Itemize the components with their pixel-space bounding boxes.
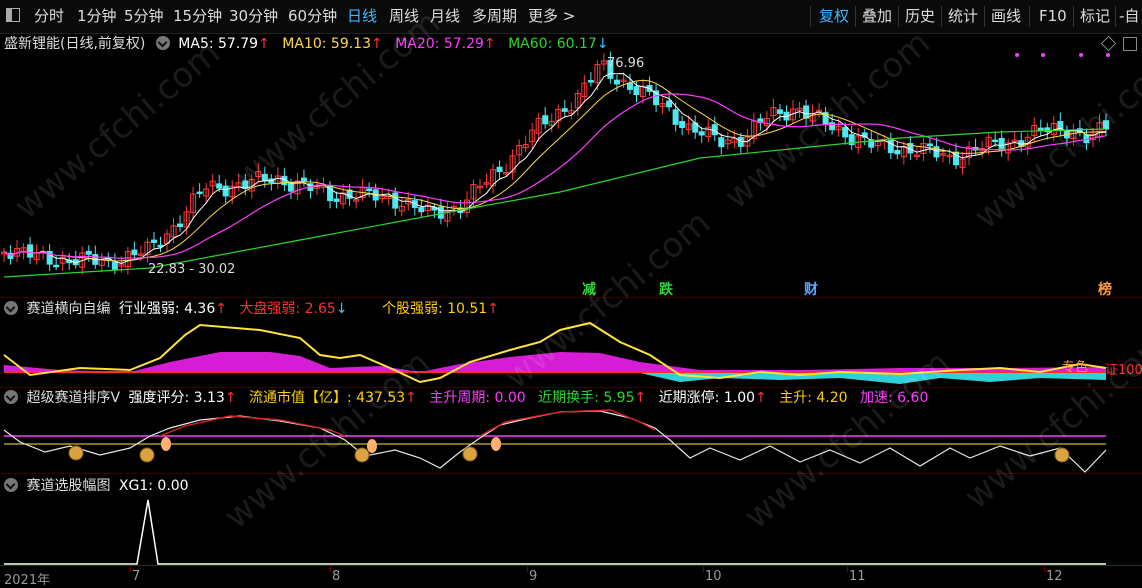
money-bag-icon xyxy=(354,447,370,463)
panel4-title: 赛道选股幅图 xyxy=(26,478,111,494)
candle-body xyxy=(177,223,184,228)
candle-body xyxy=(633,86,640,96)
candle-body xyxy=(196,191,203,195)
money-bag-icon xyxy=(462,446,478,462)
ma10-label: MA10: 59.13 xyxy=(282,36,371,52)
candle-body xyxy=(216,183,223,189)
candle-body xyxy=(222,185,229,197)
arrow-up-icon: ↑ xyxy=(634,390,647,406)
money-bag-icon xyxy=(139,447,155,463)
marker-dot xyxy=(1079,53,1083,57)
candle-body xyxy=(131,249,138,256)
candle-body xyxy=(85,250,92,255)
market-strength-label: 大盘强弱: 2.65 xyxy=(239,301,336,317)
high-price-label: 76.96 xyxy=(607,56,645,71)
candle-body xyxy=(53,264,60,268)
candle-body xyxy=(418,207,425,213)
time-axis: 2021年 7 8 9 10 11 12 xyxy=(0,565,1142,588)
xg1-line xyxy=(4,499,1106,565)
arrow-up-icon: ↑ xyxy=(483,36,496,52)
pointer-hand-icon xyxy=(491,437,501,451)
axis-label-dec: 12 xyxy=(1046,569,1063,584)
pointer-hand-icon xyxy=(161,437,171,451)
candle-body xyxy=(392,192,399,209)
candle-body xyxy=(437,206,444,219)
candle-body xyxy=(542,115,549,125)
candle-body xyxy=(666,100,673,108)
main-panel-header: 盛新锂能(日线,前复权) MA5: 57.79↑ MA10: 59.13↑ MA… xyxy=(4,35,609,53)
low-price-label: 22.83 - 30.02 xyxy=(148,262,236,277)
candle-body xyxy=(718,137,725,148)
candle-body xyxy=(894,149,901,155)
candle-body xyxy=(300,177,307,182)
candle-body xyxy=(776,109,783,114)
arrow-up-icon: ↑ xyxy=(224,390,237,406)
candle-body xyxy=(111,261,118,270)
stock-strength-label: 个股强弱: 10.51 xyxy=(381,301,488,317)
candle-body xyxy=(150,239,157,243)
candle-body xyxy=(679,121,686,129)
main-rise-period-label: 主升周期: 0.00 xyxy=(429,390,526,406)
recent-limit-up-label: 近期涨停: 1.00 xyxy=(658,390,756,406)
panel4-header: 赛道选股幅图 XG1: 0.00 xyxy=(4,477,189,495)
ma60-label: MA60: 60.17 xyxy=(508,36,597,52)
panel-divider xyxy=(0,387,1142,388)
candle-body xyxy=(926,143,933,147)
stock-title: 盛新锂能(日线,前复权) xyxy=(4,36,146,52)
candle-body xyxy=(672,109,679,125)
panel3-title: 超级赛道排序V xyxy=(26,390,121,406)
panel2-title: 赛道横向自编 xyxy=(26,301,111,317)
panel3-header: 超级赛道排序V 强度评分: 3.13↑ 流通市值【亿】: 437.53↑ 主升周… xyxy=(4,389,928,407)
expand-icon[interactable] xyxy=(1123,37,1137,51)
tag-special-color: 专色 xyxy=(1062,360,1089,375)
candle-body xyxy=(333,198,340,202)
axis-label-year: 2021年 xyxy=(4,573,51,588)
candle-body xyxy=(626,82,633,90)
arrow-up-icon: ↑ xyxy=(215,301,227,317)
arrow-down-icon: ↓ xyxy=(596,36,609,52)
strength-score-label: 强度评分: 3.13 xyxy=(128,390,225,406)
industry-strength-label: 行业强弱: 4.36 xyxy=(118,301,216,317)
arrow-down-icon: ↓ xyxy=(335,301,348,317)
arrow-up-icon: ↑ xyxy=(487,301,499,317)
chevron-down-icon[interactable] xyxy=(4,390,18,404)
chevron-down-icon[interactable] xyxy=(4,301,18,315)
marker-dot xyxy=(1015,53,1019,57)
arrow-up-icon: ↑ xyxy=(258,36,270,52)
candle-body xyxy=(613,79,620,85)
panel2-header: 赛道横向自编 行业强弱: 4.36↑ 大盘强弱: 2.65↓ 个股强弱: 10.… xyxy=(4,300,499,318)
money-bag-icon xyxy=(68,445,84,461)
candle-body xyxy=(27,244,34,258)
candle-body xyxy=(496,166,503,173)
signal-fall: 跌 xyxy=(659,282,673,298)
xg1-label: XG1: 0.00 xyxy=(118,478,189,494)
chevron-down-icon[interactable] xyxy=(4,478,18,492)
candle-body xyxy=(698,131,705,136)
axis-label-sep: 9 xyxy=(529,569,538,584)
candle-body xyxy=(587,80,594,83)
candle-body xyxy=(992,139,999,143)
panel-divider xyxy=(0,297,1142,298)
arrow-up-icon: ↑ xyxy=(755,390,767,406)
candle-body xyxy=(561,108,568,112)
signal-rank: 榜 xyxy=(1098,282,1112,298)
recent-turnover-label: 近期换手: 5.95 xyxy=(538,390,635,406)
pointer-hand-icon xyxy=(367,439,377,453)
chevron-down-icon[interactable] xyxy=(155,36,170,50)
axis-label-oct: 10 xyxy=(705,569,722,584)
axis-label-jul: 7 xyxy=(132,569,141,584)
candle-body xyxy=(287,182,294,192)
main-rise-label: 主升: 4.20 xyxy=(779,390,848,406)
candle-body xyxy=(998,137,1005,151)
axis-label-aug: 8 xyxy=(332,569,341,584)
axis-label-nov: 11 xyxy=(849,569,866,584)
candle-body xyxy=(366,188,373,192)
signal-finance: 财 xyxy=(804,282,818,298)
marker-dot xyxy=(1041,53,1045,57)
marker-dot xyxy=(1106,53,1110,57)
